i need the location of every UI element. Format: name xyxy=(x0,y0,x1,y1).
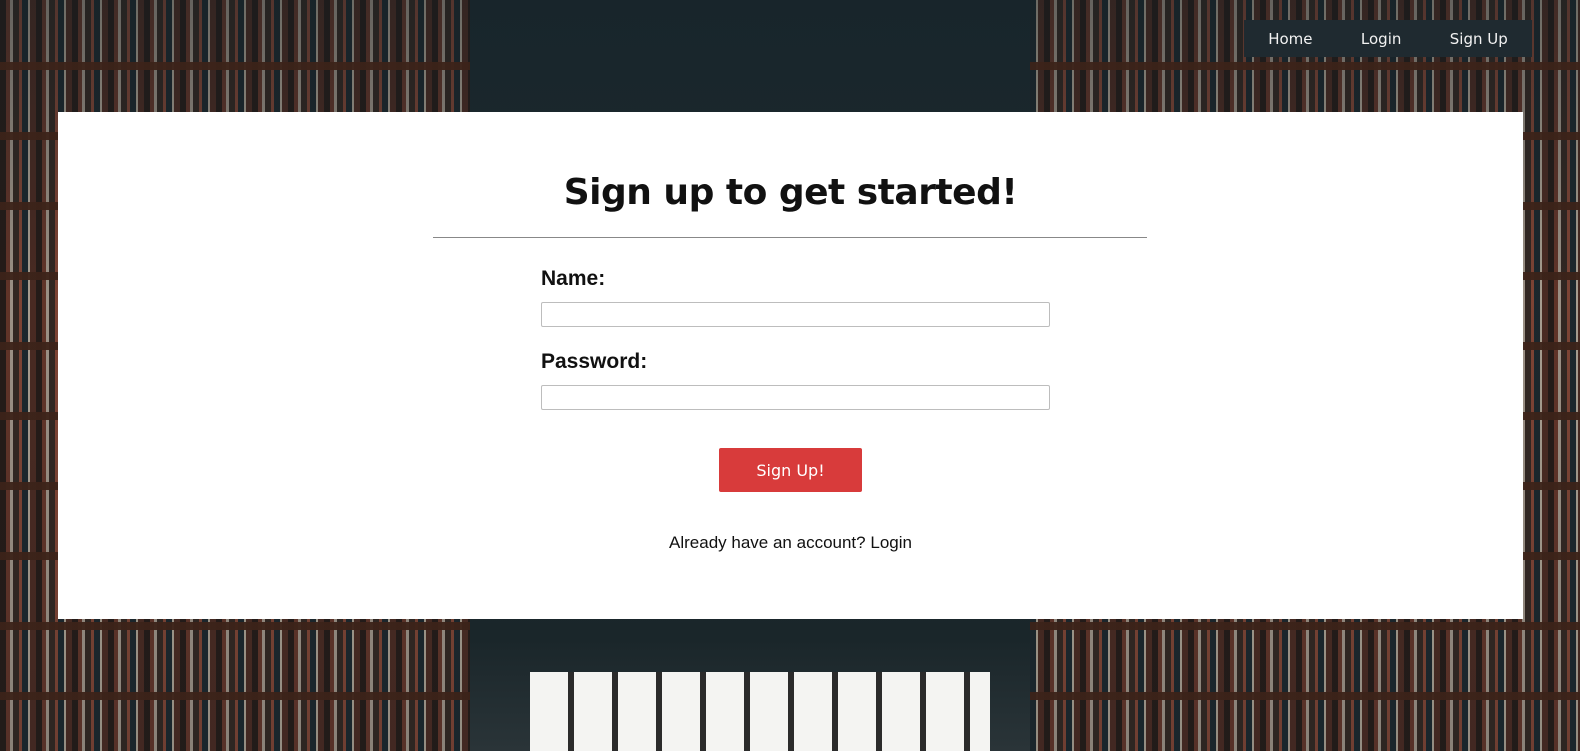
name-label: Name: xyxy=(541,267,606,290)
password-label: Password: xyxy=(541,350,648,373)
nav-home-link[interactable]: Home xyxy=(1268,30,1312,48)
top-navbar: Home Login Sign Up xyxy=(1244,20,1532,57)
title-divider xyxy=(433,237,1147,238)
nav-signup-link[interactable]: Sign Up xyxy=(1450,30,1508,48)
login-prompt: Already have an account? Login xyxy=(58,533,1523,553)
login-prompt-text: Already have an account? xyxy=(669,533,866,552)
name-input[interactable] xyxy=(541,302,1050,327)
page-title: Sign up to get started! xyxy=(563,172,1018,213)
signup-card: Sign up to get started! Name: Password: … xyxy=(58,112,1523,619)
login-link[interactable]: Login xyxy=(870,533,912,552)
background-window xyxy=(530,672,990,751)
nav-login-link[interactable]: Login xyxy=(1361,30,1401,48)
signup-button[interactable]: Sign Up! xyxy=(719,448,862,492)
password-input[interactable] xyxy=(541,385,1050,410)
